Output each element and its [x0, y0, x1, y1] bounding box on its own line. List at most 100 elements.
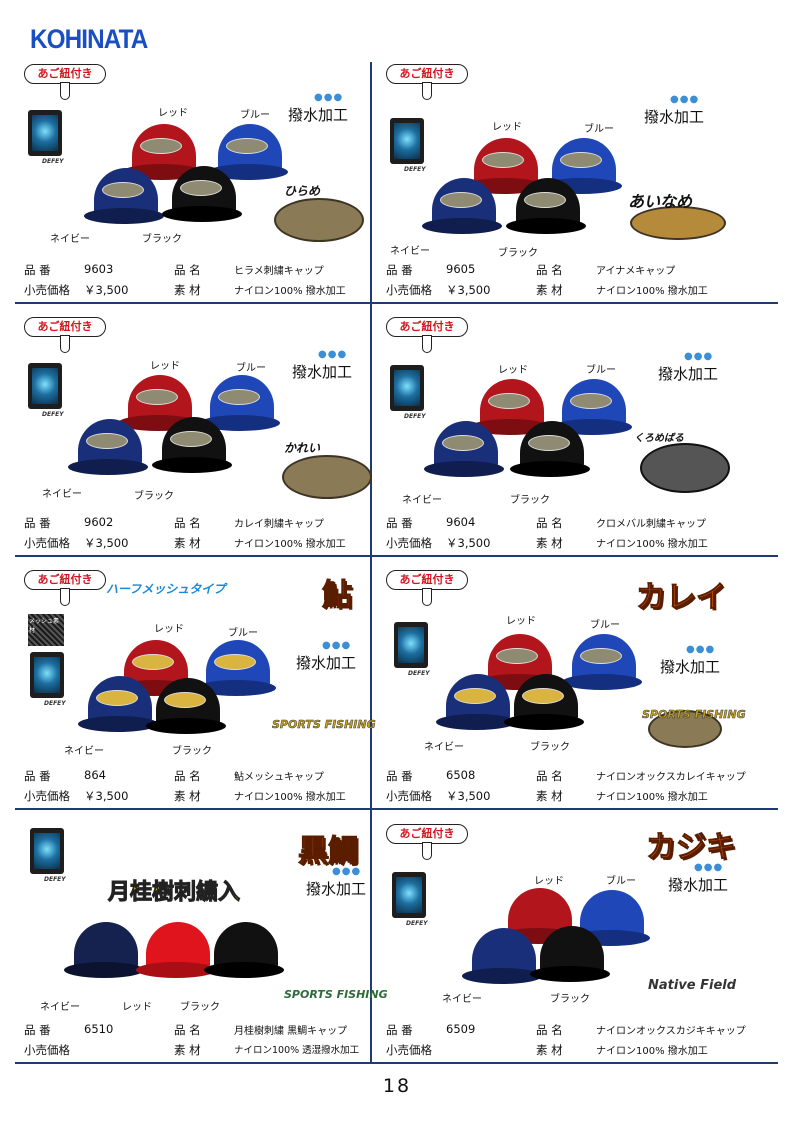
- color-red-label: レッド: [150, 361, 180, 372]
- cap-black: [530, 926, 610, 984]
- label-price: 小売価格: [24, 1043, 70, 1057]
- water-repellent-logo: ●●● 撥水加工: [658, 351, 719, 383]
- tablet-icon: DEFEY: [390, 365, 426, 420]
- product-6509: あご紐付き カジキ DEFEY レッド ブルー ネイビー ブラック ●●● 撥水加…: [378, 822, 746, 1074]
- color-black-label: ブラック: [180, 1002, 220, 1013]
- cap-black: [510, 421, 590, 479]
- tablet-icon: DEFEY: [392, 872, 428, 927]
- water-repellent-logo: ●●● 撥水加工: [644, 94, 705, 126]
- label-hinban: 品 番: [386, 1023, 413, 1037]
- color-red-label: レッド: [506, 616, 536, 627]
- color-blue-label: ブルー: [584, 124, 614, 135]
- label-hinmei: 品 名: [536, 769, 563, 783]
- chin-strap-tag: あご紐付き: [386, 824, 468, 860]
- color-red-label: レッド: [154, 624, 184, 635]
- label-hinmei: 品 名: [536, 1023, 563, 1037]
- water-repellent-logo: ●●● 撥水加工: [660, 644, 721, 676]
- product-9605: あご紐付き DEFEY レッド ブルー ネイビー ブラック ●●● 撥水加工 あい…: [378, 62, 733, 314]
- label-material: 素 材: [536, 1043, 563, 1057]
- product-6510: DEFEY 黒鯛 月桂樹刺繍入 ●●● 撥水加工 ネイビー レッド ブラック SP…: [16, 822, 388, 1074]
- cap-black: [204, 922, 284, 980]
- label-price: 小売価格: [386, 789, 432, 803]
- label-material: 素 材: [174, 536, 201, 550]
- product-material: ナイロン100% 撥水加工: [596, 539, 708, 550]
- label-hinban: 品 番: [386, 263, 413, 277]
- sports-fishing-logo: SPORTS FISHING: [642, 708, 746, 722]
- product-number: 6508: [446, 768, 476, 782]
- tablet-icon: DEFEY: [394, 622, 430, 677]
- product-number: 9603: [84, 262, 114, 276]
- color-navy-label: ネイビー: [424, 742, 464, 753]
- product-material: ナイロン100% 撥水加工: [234, 792, 346, 803]
- product-number: 9605: [446, 262, 476, 276]
- product-price: ￥3,500: [446, 283, 491, 297]
- color-navy-label: ネイビー: [50, 234, 90, 245]
- product-price: ￥3,500: [84, 283, 129, 297]
- color-navy-label: ネイビー: [402, 495, 442, 506]
- label-price: 小売価格: [386, 283, 432, 297]
- color-blue-label: ブルー: [606, 876, 636, 887]
- product-name: アイナメキャップ: [596, 266, 676, 277]
- product-price: ￥3,500: [84, 536, 129, 550]
- water-repellent-logo: ●●● 撥水加工: [306, 866, 367, 898]
- product-number: 864: [84, 768, 106, 782]
- color-blue-label: ブルー: [236, 363, 266, 374]
- color-blue-label: ブルー: [228, 628, 258, 639]
- cap-red: [136, 922, 216, 980]
- label-material: 素 材: [174, 283, 201, 297]
- color-red-label: レッド: [492, 122, 522, 133]
- water-repellent-logo: ●●● 撥水加工: [288, 92, 349, 124]
- sports-fishing-logo: SPORTS FISHING: [284, 988, 388, 1001]
- label-price: 小売価格: [386, 1043, 432, 1057]
- product-price: ￥3,500: [84, 789, 129, 803]
- product-name: カレイ刺繍キャップ: [234, 519, 324, 530]
- fish-illustration: [640, 443, 730, 493]
- product-9603: あご紐付き DEFEY レッド ブルー ネイビー ブラック ●●● 撥水加工 ひら…: [16, 62, 371, 314]
- color-black-label: ブラック: [530, 742, 570, 753]
- tablet-icon: DEFEY: [28, 110, 64, 165]
- product-material: ナイロン100% 撥水加工: [234, 539, 346, 550]
- fish-art-text: かれい: [284, 441, 321, 455]
- label-hinmei: 品 名: [174, 263, 201, 277]
- label-material: 素 材: [536, 789, 563, 803]
- label-hinmei: 品 名: [174, 516, 201, 530]
- label-hinban: 品 番: [386, 516, 413, 530]
- half-mesh-label: ハーフメッシュタイプ: [106, 582, 226, 596]
- color-red-label: レッド: [122, 1002, 152, 1013]
- label-price: 小売価格: [24, 789, 70, 803]
- cap-black: [506, 178, 586, 236]
- label-price: 小売価格: [24, 283, 70, 297]
- label-hinban: 品 番: [24, 769, 51, 783]
- cap-black: [504, 674, 584, 732]
- label-material: 素 材: [536, 283, 563, 297]
- color-blue-label: ブルー: [590, 620, 620, 631]
- fish-title: 黒鯛: [298, 834, 359, 870]
- cap-navy: [424, 421, 504, 479]
- fish-art-text: ひらめ: [284, 184, 321, 198]
- brand-logo: KOHINATA: [30, 24, 148, 54]
- chin-strap-tag: あご紐付き: [386, 317, 468, 353]
- color-blue-label: ブルー: [240, 110, 270, 121]
- label-hinmei: 品 名: [536, 263, 563, 277]
- color-black-label: ブラック: [510, 495, 550, 506]
- color-red-label: レッド: [534, 876, 564, 887]
- product-material: ナイロン100% 透湿撥水加工: [234, 1045, 360, 1056]
- tablet-icon: DEFEY: [390, 118, 426, 173]
- color-navy-label: ネイビー: [442, 994, 482, 1005]
- fish-illustration: [274, 198, 364, 242]
- color-black-label: ブラック: [142, 234, 182, 245]
- color-black-label: ブラック: [134, 491, 174, 502]
- product-price: ￥3,500: [446, 789, 491, 803]
- chin-strap-tag: あご紐付き: [386, 570, 468, 606]
- product-name: クロメバル刺繍キャップ: [596, 519, 706, 530]
- color-navy-label: ネイビー: [64, 746, 104, 757]
- product-name: ヒラメ刺繍キャップ: [234, 266, 324, 277]
- product-number: 6509: [446, 1022, 476, 1036]
- color-navy-label: ネイビー: [42, 489, 82, 500]
- fish-illustration: [282, 455, 372, 499]
- label-hinban: 品 番: [24, 1023, 51, 1037]
- fish-title: カジキ: [646, 830, 737, 866]
- cap-black: [152, 417, 232, 475]
- color-navy-label: ネイビー: [390, 246, 430, 257]
- water-repellent-logo: ●●● 撥水加工: [292, 349, 353, 381]
